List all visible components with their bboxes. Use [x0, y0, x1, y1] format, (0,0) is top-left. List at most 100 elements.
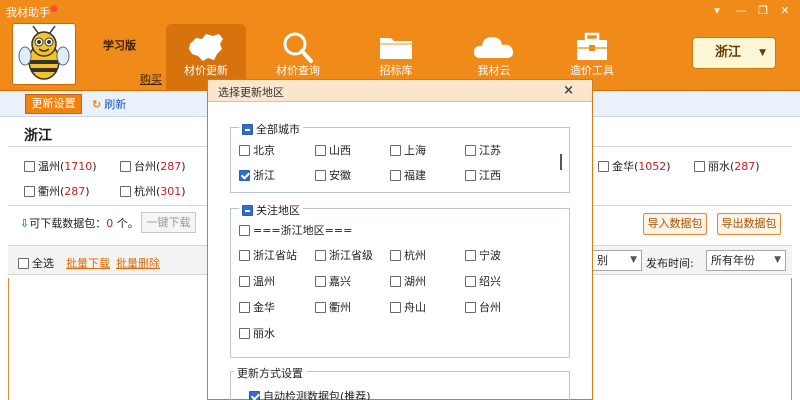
region-option[interactable]: 绍兴	[465, 273, 501, 289]
region-option[interactable]: 湖州	[390, 273, 426, 289]
checkbox[interactable]	[465, 145, 476, 156]
cloud-icon	[473, 37, 514, 58]
focus-regions-group: 关注地区 ===浙江地区=== 浙江省站 浙江省级 杭州 宁波 温州 嘉兴 湖州…	[230, 202, 570, 358]
city-option[interactable]: 福建	[390, 167, 426, 183]
checkbox[interactable]	[239, 276, 250, 287]
city-option[interactable]: 上海	[390, 142, 426, 158]
city-option[interactable]: 北京	[239, 142, 275, 158]
checkbox[interactable]	[24, 186, 35, 197]
minimize-icon[interactable]: —	[733, 3, 749, 19]
checkbox[interactable]	[18, 258, 29, 269]
checkbox[interactable]	[24, 161, 35, 172]
city-checkbox[interactable]: 杭州(301)	[120, 183, 186, 199]
region-option[interactable]: 温州	[239, 273, 275, 289]
checkbox[interactable]	[242, 124, 253, 135]
download-status: ⇩可下载数据包：0 个。	[20, 217, 139, 230]
folder-icon	[380, 38, 412, 59]
region-option[interactable]: 金华	[239, 299, 275, 315]
city-option[interactable]: 浙江	[239, 167, 275, 183]
notification-dot-icon: ●	[50, 4, 58, 14]
region-option[interactable]: 宁波	[465, 247, 501, 263]
app-title: 我材助手●	[6, 4, 58, 19]
checkbox[interactable]	[465, 302, 476, 313]
category-select[interactable]: 别 ▼	[592, 250, 642, 271]
region-option[interactable]: 衢州	[315, 299, 351, 315]
region-option[interactable]: 舟山	[390, 299, 426, 315]
checkbox[interactable]	[239, 250, 250, 261]
region-option[interactable]: 杭州	[390, 247, 426, 263]
all-cities-legend[interactable]: 全部城市	[239, 121, 303, 137]
checkbox[interactable]	[694, 161, 705, 172]
checkbox[interactable]	[315, 276, 326, 287]
batch-delete-link[interactable]: 批量删除	[116, 255, 160, 271]
checkbox[interactable]	[465, 276, 476, 287]
city-option[interactable]: 江西	[465, 167, 501, 183]
magnifier-icon	[283, 32, 313, 63]
checkbox[interactable]	[598, 161, 609, 172]
city-checkbox[interactable]: 温州(1710)	[24, 158, 97, 174]
refresh-button[interactable]: ↻ 刷新	[92, 96, 126, 112]
city-option[interactable]: 江苏	[465, 142, 501, 158]
checkbox[interactable]	[120, 186, 131, 197]
region-option[interactable]: 嘉兴	[315, 273, 351, 289]
checkbox[interactable]	[315, 170, 326, 181]
one-click-download-button[interactable]: 一键下载	[141, 212, 196, 233]
export-package-button[interactable]: 导出数据包	[717, 213, 781, 235]
focus-regions-legend[interactable]: 关注地区	[239, 202, 303, 218]
region-header-option[interactable]: ===浙江地区===	[239, 222, 352, 238]
edition-label: 学习版	[103, 39, 136, 52]
region-option[interactable]: 丽水	[239, 325, 275, 341]
city-checkbox[interactable]: 丽水(287)	[694, 158, 760, 174]
update-settings-button[interactable]: 更新设置	[25, 94, 82, 114]
chevron-down-icon: ▼	[630, 255, 637, 265]
checkbox[interactable]	[315, 250, 326, 261]
dialog-close-icon[interactable]: ×	[563, 83, 574, 98]
dialog-header: 选择更新地区 ×	[208, 80, 592, 102]
city-checkbox[interactable]: 衢州(287)	[24, 183, 90, 199]
checkbox[interactable]	[390, 302, 401, 313]
checkbox[interactable]	[465, 250, 476, 261]
bee-logo[interactable]	[12, 23, 76, 85]
checkbox[interactable]	[242, 205, 253, 216]
close-icon[interactable]: ✕	[777, 3, 793, 19]
menu-dropdown-icon[interactable]: ▾	[709, 3, 725, 19]
bee-logo-icon	[18, 25, 70, 80]
checkbox[interactable]	[390, 170, 401, 181]
checkbox[interactable]	[390, 145, 401, 156]
checkbox[interactable]	[315, 145, 326, 156]
city-checkbox[interactable]: 台州(287)	[120, 158, 186, 174]
scrollbar[interactable]	[556, 148, 568, 198]
scrollbar-thumb[interactable]	[560, 154, 562, 170]
checkbox[interactable]	[239, 328, 250, 339]
checkbox[interactable]	[239, 302, 250, 313]
region-option[interactable]: 浙江省级	[315, 247, 373, 263]
tab-label: 招标库	[379, 64, 413, 77]
region-option[interactable]: 台州	[465, 299, 501, 315]
auto-detect-option[interactable]: 自动检测数据包(推荐)	[249, 388, 371, 400]
select-all-checkbox[interactable]: 全选	[18, 255, 54, 271]
tab-label: 我材云	[477, 64, 511, 77]
publish-time-select[interactable]: 所有年份 ▼	[706, 250, 786, 271]
all-cities-group: 全部城市 北京 山西 上海 江苏 浙江 安徽 福建 江西	[230, 121, 570, 193]
checkbox[interactable]	[239, 170, 250, 181]
checkbox[interactable]	[239, 145, 250, 156]
toolbox-icon	[577, 32, 607, 60]
buy-link[interactable]: 购买	[140, 71, 162, 87]
checkbox[interactable]	[239, 225, 250, 236]
checkbox[interactable]	[120, 161, 131, 172]
city-option[interactable]: 山西	[315, 142, 351, 158]
chevron-down-icon: ▼	[774, 255, 781, 265]
checkbox[interactable]	[390, 250, 401, 261]
region-option[interactable]: 浙江省站	[239, 247, 297, 263]
region-select-button[interactable]: 浙江 ▼	[692, 37, 776, 69]
city-option[interactable]: 安徽	[315, 167, 351, 183]
checkbox[interactable]	[465, 170, 476, 181]
checkbox[interactable]	[390, 276, 401, 287]
restore-icon[interactable]: ❐	[755, 3, 771, 19]
import-package-button[interactable]: 导入数据包	[643, 213, 707, 235]
checkbox[interactable]	[315, 302, 326, 313]
checkbox[interactable]	[249, 391, 260, 400]
batch-download-link[interactable]: 批量下载	[66, 255, 110, 271]
city-checkbox[interactable]: 金华(1052)	[598, 158, 671, 174]
dialog-title: 选择更新地区	[218, 86, 284, 99]
